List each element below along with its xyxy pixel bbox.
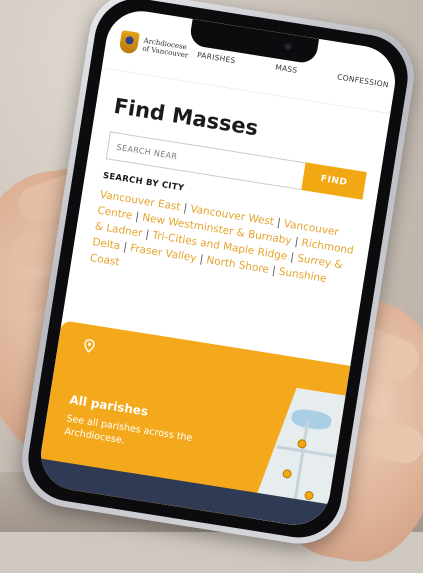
camera-icon	[283, 42, 292, 51]
card-description: See all parishes across the Archdiocese.	[63, 413, 193, 447]
nav-item-parishes[interactable]: PARISHES	[196, 50, 236, 66]
main-content: Find Masses FIND SEARCH BY CITY Vancouve…	[89, 94, 373, 307]
logo-text: Archdiocese of Vancouver	[142, 37, 190, 60]
map-road	[277, 445, 337, 457]
nav-item-confession[interactable]: CONFESSION	[336, 72, 390, 90]
site-logo[interactable]: Archdiocese of Vancouver	[118, 30, 191, 63]
nav-item-mass[interactable]: MASS	[275, 63, 298, 76]
map-pin-icon	[297, 439, 307, 449]
map-pin-icon	[304, 490, 314, 500]
find-button[interactable]: FIND	[301, 162, 367, 200]
map-water	[290, 407, 332, 431]
map-pin-icon	[282, 469, 292, 479]
crest-icon	[118, 30, 140, 55]
map-pin-icon	[84, 339, 95, 353]
phone-screen: Archdiocese of Vancouver PARISHES MASS C…	[35, 6, 401, 530]
